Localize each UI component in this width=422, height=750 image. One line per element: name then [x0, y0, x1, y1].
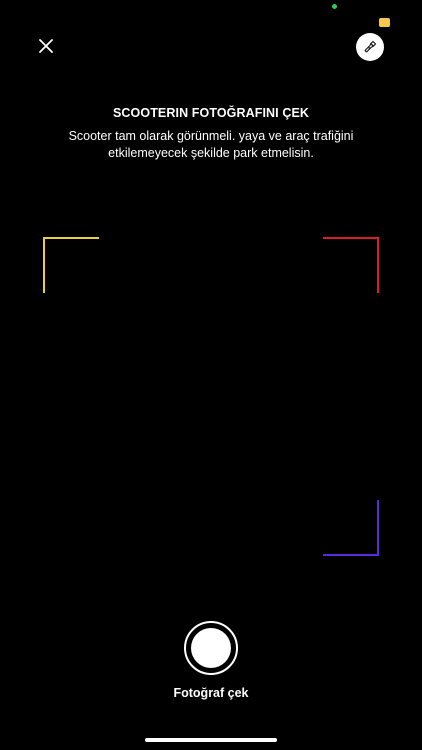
- instruction-text: Scooter tam olarak görünmeli. yaya ve ar…: [68, 129, 354, 160]
- shutter-label: Fotoğraf çek: [173, 686, 249, 700]
- privacy-indicator-dot: [332, 4, 337, 9]
- shutter-inner-circle: [191, 628, 231, 668]
- frame-corner-bottom-right: [323, 500, 379, 556]
- flashlight-icon: [364, 40, 377, 53]
- close-icon: [39, 39, 53, 53]
- close-button[interactable]: [34, 34, 58, 58]
- frame-corner-top-right: [323, 237, 379, 293]
- frame-corner-top-left: [43, 237, 99, 293]
- page-title: SCOOTERIN FOTOĞRAFINI ÇEK: [112, 106, 310, 120]
- shutter-button[interactable]: [184, 621, 238, 675]
- flashlight-button[interactable]: [356, 33, 384, 61]
- home-indicator[interactable]: [145, 738, 277, 742]
- status-badge: [379, 18, 390, 27]
